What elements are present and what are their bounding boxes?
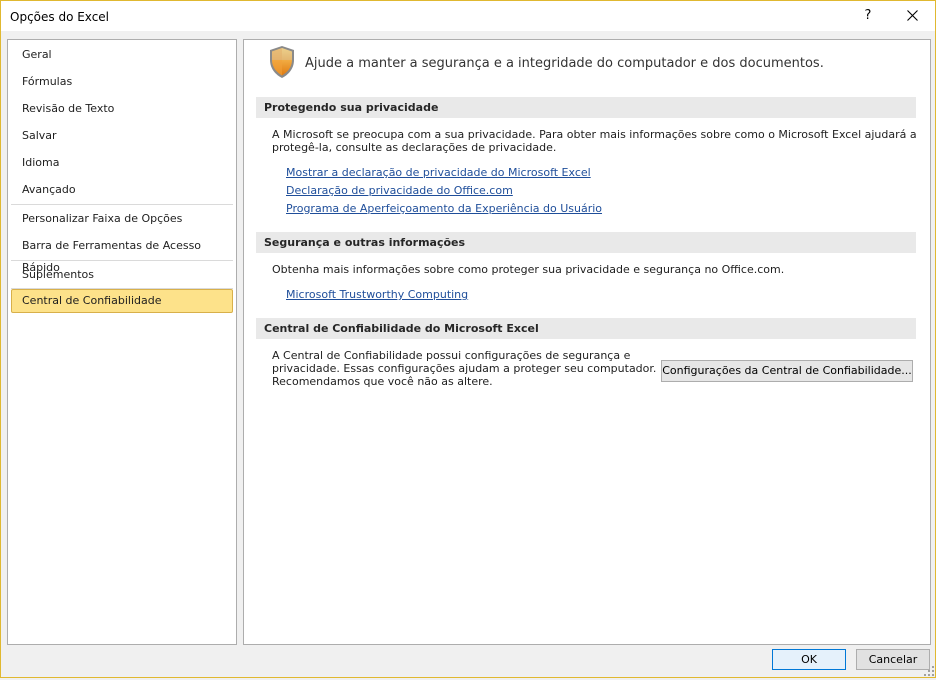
link-ceip[interactable]: Programa de Aperfeiçoamento da Experiênc… [286,202,602,215]
nav-item-barra-acesso-rapido[interactable]: Barra de Ferramentas de Acesso Rápido [11,235,233,274]
nav-item-idioma[interactable]: Idioma [11,152,233,174]
link-trustworthy-computing[interactable]: Microsoft Trustworthy Computing [286,288,468,301]
nav-item-formulas[interactable]: Fórmulas [11,71,233,93]
page-header-text: Ajude a manter a segurança e a integrida… [305,56,824,71]
cancel-button[interactable]: Cancelar [856,649,930,670]
close-icon[interactable] [899,6,925,26]
nav-item-revisao-de-texto[interactable]: Revisão de Texto [11,98,233,120]
excel-options-dialog: Opções do Excel ? Geral Fórmulas Revisão… [0,0,936,678]
options-nav: Geral Fórmulas Revisão de Texto Salvar I… [7,39,237,645]
nav-divider [11,260,233,261]
privacy-text-line1: A Microsoft se preocupa com a sua privac… [272,128,917,141]
resize-grip-icon[interactable] [923,665,935,677]
trust-center-text-line2: privacidade. Essas configurações ajudam … [272,362,657,375]
trust-center-settings-button[interactable]: Configurações da Central de Confiabilida… [661,360,913,382]
nav-item-salvar[interactable]: Salvar [11,125,233,147]
trust-center-text-line1: A Central de Confiabilidade possui confi… [272,349,631,362]
help-icon[interactable]: ? [858,6,878,26]
security-info-text: Obtenha mais informações sobre como prot… [272,263,785,276]
nav-item-personalizar-faixa[interactable]: Personalizar Faixa de Opções [11,208,233,230]
shield-icon [268,45,296,82]
window-title: Opções do Excel [10,10,110,24]
link-excel-privacy-statement[interactable]: Mostrar a declaração de privacidade do M… [286,166,591,179]
title-bar: Opções do Excel ? [1,1,935,31]
nav-item-suplementos[interactable]: Suplementos [11,264,233,286]
link-office-privacy-statement[interactable]: Declaração de privacidade do Office.com [286,184,513,197]
section-header-privacy: Protegendo sua privacidade [256,97,916,118]
section-header-security-info: Segurança e outras informações [256,232,916,253]
ok-button[interactable]: OK [772,649,846,670]
nav-item-avancado[interactable]: Avançado [11,179,233,201]
nav-item-geral[interactable]: Geral [11,44,233,66]
section-header-trust-center: Central de Confiabilidade do Microsoft E… [256,318,916,339]
nav-item-central-de-confiabilidade[interactable]: Central de Confiabilidade [11,289,233,313]
trust-center-text-line3: Recomendamos que você não as altere. [272,375,493,388]
privacy-text-line2: protegê-la, consulte as declarações de p… [272,141,557,154]
nav-divider [11,204,233,205]
trust-center-panel: Ajude a manter a segurança e a integrida… [243,39,931,645]
